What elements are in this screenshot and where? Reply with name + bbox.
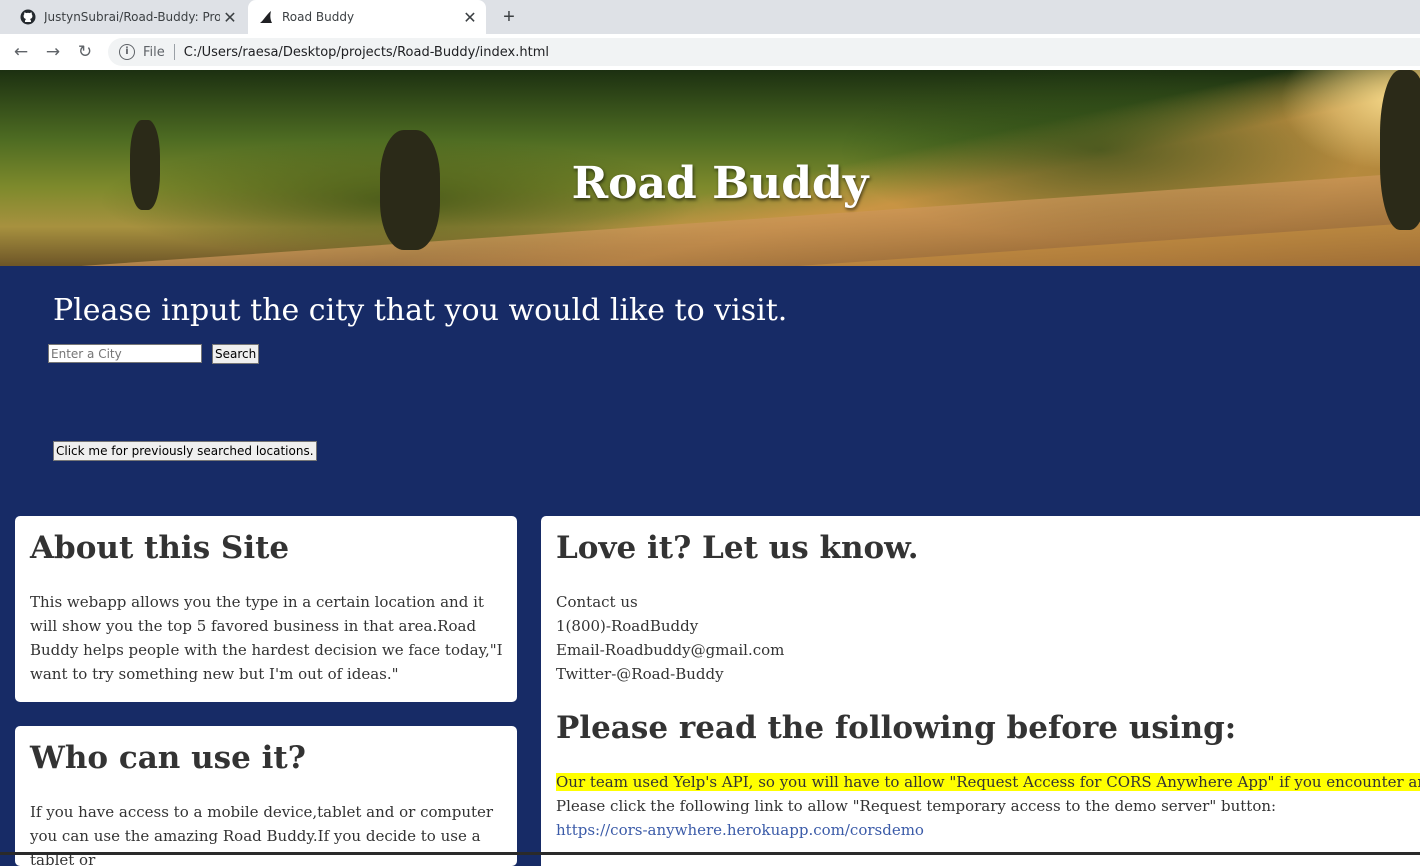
about-card: About this Site This webapp allows you t… (15, 516, 517, 702)
city-input[interactable] (48, 344, 202, 363)
previous-searches-button[interactable]: Click me for previously searched locatio… (53, 441, 317, 461)
tab-title: JustynSubrai/Road-Buddy: Projec (44, 10, 220, 24)
close-tab-icon[interactable]: ✕ (220, 8, 240, 27)
contact-twitter: Twitter-@Road-Buddy (556, 665, 724, 683)
about-text: This webapp allows you the type in a cer… (30, 593, 503, 683)
search-button[interactable]: Search (212, 344, 260, 364)
divider (173, 44, 175, 60)
who-heading: Who can use it? (30, 740, 306, 776)
back-arrow-icon[interactable]: ← (10, 41, 32, 63)
who-card: Who can use it? If you have access to a … (15, 726, 517, 866)
cors-instruction: Please click the following link to allow… (556, 797, 1277, 815)
tab-github[interactable]: JustynSubrai/Road-Buddy: Projec ✕ (8, 0, 246, 34)
site-title: Road Buddy (571, 158, 869, 209)
feedback-card: Love it? Let us know. Contact us 1(800)-… (541, 516, 1420, 866)
url-text[interactable]: C:/Users/raesa/Desktop/projects/Road-Bud… (184, 45, 549, 60)
address-bar[interactable]: i File C:/Users/raesa/Desktop/projects/R… (108, 38, 1420, 66)
reload-icon[interactable]: ↻ (74, 41, 96, 63)
close-tab-icon[interactable]: ✕ (460, 8, 480, 27)
cors-notice: Our team used Yelp's API, so you will ha… (556, 773, 1420, 791)
about-heading: About this Site (30, 530, 290, 566)
contact-label: Contact us (556, 593, 638, 611)
tab-strip: JustynSubrai/Road-Buddy: Projec ✕ Road B… (0, 0, 1420, 34)
shark-fin-icon (258, 9, 274, 25)
tab-title: Road Buddy (282, 10, 355, 24)
new-tab-icon[interactable]: + (498, 6, 520, 28)
tab-road-buddy[interactable]: Road Buddy ✕ (248, 0, 486, 34)
browser-toolbar: ← → ↻ i File C:/Users/raesa/Desktop/proj… (0, 34, 1420, 70)
contact-phone: 1(800)-RoadBuddy (556, 617, 699, 635)
github-icon (20, 9, 36, 25)
notice-heading: Please read the following before using: (556, 710, 1237, 746)
search-prompt: Please input the city that you would lik… (53, 293, 788, 328)
feedback-heading: Love it? Let us know. (556, 530, 919, 566)
file-label: File (143, 44, 165, 60)
contact-email: Email-Roadbuddy@gmail.com (556, 641, 785, 659)
who-text: If you have access to a mobile device,ta… (30, 803, 494, 866)
forward-arrow-icon[interactable]: → (42, 41, 64, 63)
cors-demo-link[interactable]: https://cors-anywhere.herokuapp.com/cors… (556, 821, 924, 839)
info-icon[interactable]: i (119, 44, 135, 60)
hero-banner: Road Buddy (0, 70, 1420, 266)
